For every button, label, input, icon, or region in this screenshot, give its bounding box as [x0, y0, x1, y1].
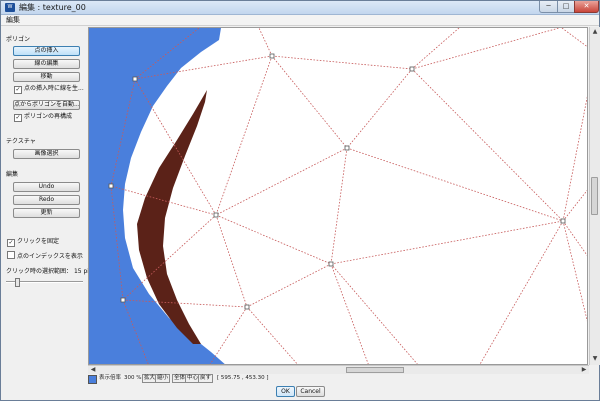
window-title: 編集 : texture_00 — [19, 3, 86, 12]
ok-button[interactable]: OK — [276, 386, 295, 397]
select-image-button[interactable]: 画像選択 — [13, 149, 80, 159]
horizontal-scroll-thumb[interactable] — [346, 367, 404, 373]
title-bar: W 編集 : texture_00 ─ □ ✕ — [1, 1, 599, 15]
rebuild-polygon-checkbox-box[interactable]: ✓ — [14, 114, 22, 122]
mesh-point[interactable] — [560, 218, 566, 224]
fix-click-checkbox-label: クリックを固定 — [17, 238, 60, 245]
cancel-button[interactable]: Cancel — [296, 386, 325, 397]
rebuild-polygon-checkbox[interactable]: ✓ ポリゴンの再構成 — [14, 113, 72, 122]
status-bar: 表示倍率 300 % 拡大 縮小 全体 中心 戻す [ 595.75 , 453… — [88, 374, 598, 384]
zoom-label: 表示倍率 — [99, 375, 122, 381]
mesh-point[interactable] — [409, 66, 415, 72]
move-button[interactable]: 移動 — [13, 72, 80, 82]
auto-generate-checkbox-box[interactable]: ✓ — [14, 86, 22, 94]
edit-section-label: 編集 — [6, 171, 19, 178]
show-index-checkbox-box[interactable] — [7, 251, 15, 259]
scroll-right-arrow-icon[interactable]: ▶ — [579, 366, 589, 373]
edit-line-button[interactable]: 線の編集 — [13, 59, 80, 69]
click-range-label: クリック時の選択範囲： — [6, 268, 73, 275]
menu-bar: 編集 — [1, 15, 599, 26]
mesh-point[interactable] — [213, 212, 219, 218]
undo-button[interactable]: Undo — [13, 182, 80, 192]
horizontal-scrollbar[interactable]: ◀ ▶ — [88, 365, 589, 374]
redo-button[interactable]: Redo — [13, 195, 80, 205]
mesh-point[interactable] — [108, 183, 114, 189]
fix-click-checkbox-box[interactable]: ✓ — [7, 239, 15, 247]
mesh-point[interactable] — [132, 76, 138, 82]
insert-point-button[interactable]: 点の挿入 — [13, 46, 80, 56]
auto-generate-checkbox[interactable]: ✓ 点の挿入時に線を生... — [14, 85, 84, 94]
tool-panel: ポリゴン 点の挿入 線の編集 移動 ✓ 点の挿入時に線を生... 点からポリゴンを… — [1, 26, 95, 381]
reset-button[interactable]: 戻す — [198, 374, 214, 383]
mesh-point[interactable] — [120, 297, 126, 303]
vertical-scroll-thumb[interactable] — [591, 177, 598, 215]
scroll-left-arrow-icon[interactable]: ◀ — [88, 366, 98, 373]
polygon-section-label: ポリゴン — [6, 36, 31, 43]
background-color-swatch[interactable] — [88, 375, 97, 384]
auto-polygon-button[interactable]: 点からポリゴンを自動... — [13, 100, 80, 110]
scroll-up-arrow-icon[interactable]: ▲ — [590, 28, 600, 35]
mesh-point[interactable] — [344, 145, 350, 151]
close-button[interactable]: ✕ — [574, 1, 599, 13]
fix-click-checkbox[interactable]: ✓ クリックを固定 — [7, 238, 59, 247]
mesh-point[interactable] — [269, 53, 275, 59]
vertical-scrollbar[interactable]: ▲ ▼ — [589, 27, 600, 365]
auto-generate-checkbox-label: 点の挿入時に線を生... — [24, 85, 84, 92]
rebuild-polygon-checkbox-label: ポリゴンの再構成 — [24, 113, 73, 120]
maximize-button[interactable]: □ — [557, 1, 575, 13]
update-button[interactable]: 更新 — [13, 208, 80, 218]
click-range-row: クリック時の選択範囲： 15 pi... — [6, 268, 95, 276]
zoom-value: 300 % — [124, 375, 142, 381]
texture-section-label: テクスチャ — [6, 138, 36, 145]
zoom-out-button[interactable]: 縮小 — [155, 374, 171, 383]
texture-canvas[interactable] — [88, 27, 588, 365]
menu-edit[interactable]: 編集 — [6, 15, 20, 25]
mesh-point[interactable] — [244, 304, 250, 310]
mesh-view[interactable] — [89, 28, 588, 365]
app-icon: W — [5, 3, 15, 12]
minimize-button[interactable]: ─ — [539, 1, 558, 13]
slider-thumb[interactable] — [15, 278, 20, 287]
scroll-down-arrow-icon[interactable]: ▼ — [590, 355, 600, 362]
mesh-points[interactable] — [108, 53, 566, 310]
mesh-point[interactable] — [328, 261, 334, 267]
click-range-slider[interactable] — [6, 278, 83, 287]
show-index-checkbox-label: 点のインデックスを表示 — [17, 253, 83, 260]
show-index-checkbox[interactable]: 点のインデックスを表示 — [7, 251, 83, 261]
cursor-coordinates: [ 595.75 , 453.30 ] — [217, 375, 269, 381]
editor-window: W 編集 : texture_00 ─ □ ✕ 編集 ポリゴン 点の挿入 線の編… — [0, 0, 600, 401]
